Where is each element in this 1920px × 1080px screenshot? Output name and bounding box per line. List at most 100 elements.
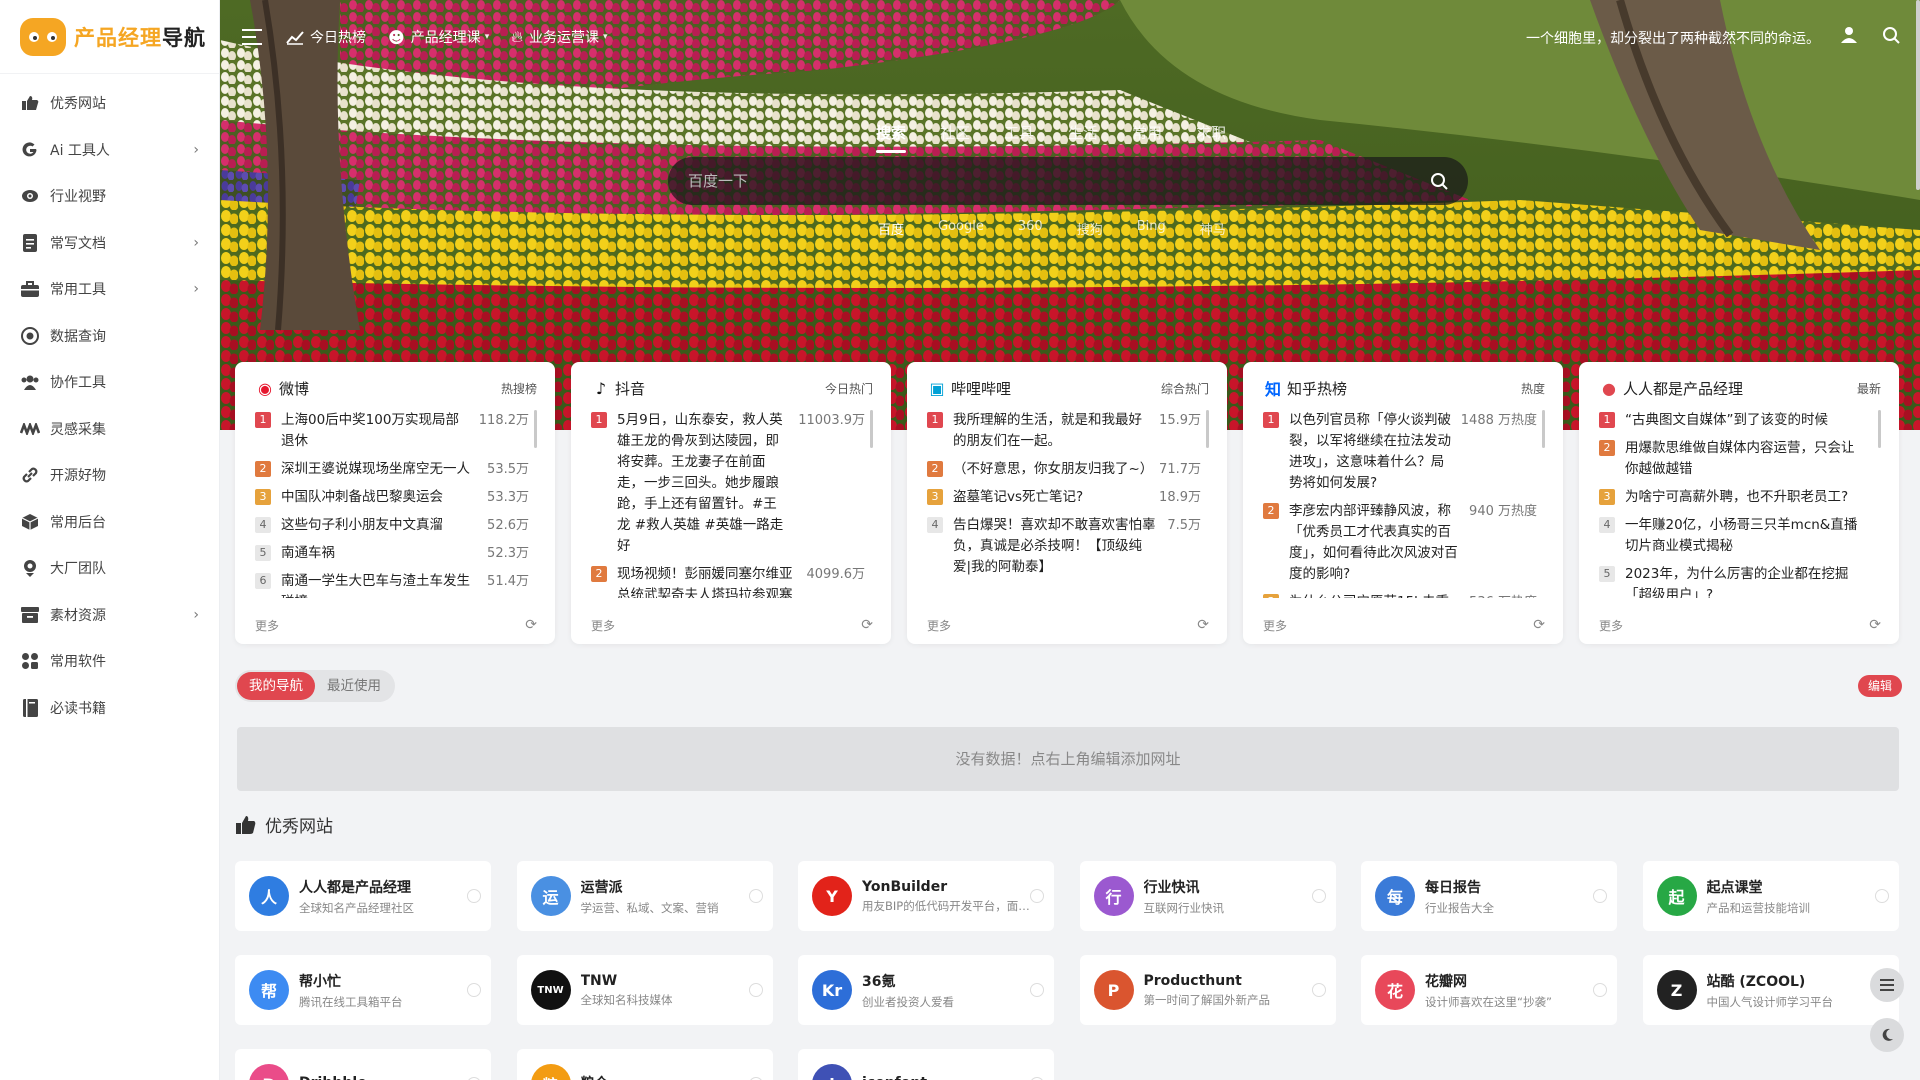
site-card[interactable]: 人 人人都是产品经理 全球知名产品经理社区 <box>235 861 491 931</box>
more-link[interactable]: 更多 <box>1599 617 1623 634</box>
sidebar-item-1[interactable]: Ai 工具人 › <box>0 127 219 174</box>
refresh-icon[interactable]: ⟳ <box>1197 617 1209 634</box>
hot-item[interactable]: 3 为什么公司宁愿花15k去重招 536 万热度 <box>1263 592 1537 598</box>
hot-list[interactable]: 1 我所理解的生活，就是和我最好的朋友们在一起。 15.9万 2 （不好意思，你… <box>927 410 1209 598</box>
sidebar-item-11[interactable]: 素材资源 › <box>0 592 219 639</box>
hot-list[interactable]: 1 上海00后中奖100万实现局部退休 118.2万 2 深圳王婆说媒现场坐席空… <box>255 410 537 598</box>
site-card[interactable]: D Dribbble <box>235 1049 491 1080</box>
hot-item[interactable]: 4 一年赚20亿，小杨哥三只羊mcn&直播切片商业模式揭秘 <box>1599 515 1873 557</box>
site-card[interactable]: TNW TNW 全球知名科技媒体 <box>516 955 773 1025</box>
hot-item[interactable]: 1 上海00后中奖100万实现局部退休 118.2万 <box>255 410 529 452</box>
site-detail-icon[interactable] <box>1593 889 1607 903</box>
search-tab-1[interactable]: 社区 <box>940 122 970 149</box>
sidebar-item-6[interactable]: 协作工具 <box>0 359 219 406</box>
engine-tab-3[interactable]: 搜狗 <box>1077 219 1103 238</box>
site-detail-icon[interactable] <box>1311 889 1326 903</box>
page-scrollbar[interactable] <box>1916 0 1920 190</box>
site-card[interactable]: 花 花瓣网 设计师喜欢在这里“抄袭” <box>1361 955 1617 1025</box>
site-card[interactable]: Y YonBuilder 用友BIP的低代码开发平台，面向企业 <box>798 861 1054 931</box>
hot-item[interactable]: 1 5月9日，山东泰安，救人英雄王龙的骨灰到达陵园，即将安葬。王龙妻子在前面走，… <box>591 410 865 557</box>
sidebar-item-8[interactable]: 开源好物 <box>0 452 219 499</box>
site-detail-icon[interactable] <box>467 889 481 903</box>
site-card[interactable]: 行 行业快讯 互联网行业快讯 <box>1079 861 1336 931</box>
tab-recent[interactable]: 最近使用 <box>315 672 393 700</box>
hot-item[interactable]: 3 中国队冲刺备战巴黎奥运会 53.3万 <box>255 487 529 508</box>
engine-tab-4[interactable]: Bing <box>1137 219 1166 238</box>
hot-item[interactable]: 2 李彦宏内部评臻静风波，称「优秀员工才代表真实的百度」，如何看待此次风波对百度… <box>1263 501 1537 585</box>
menu-toggle-button[interactable] <box>242 28 264 46</box>
search-input[interactable] <box>688 172 1430 190</box>
site-detail-icon[interactable] <box>1874 889 1889 903</box>
site-detail-icon[interactable] <box>748 889 763 903</box>
hot-item[interactable]: 6 南通一学生大巴车与渣土车发生碰撞 51.4万 <box>255 571 529 598</box>
hot-item[interactable]: 4 这些句子利小朋友中文真溜 52.6万 <box>255 515 529 536</box>
site-card[interactable]: 每 每日报告 行业报告大全 <box>1361 861 1617 931</box>
engine-tab-0[interactable]: 百度 <box>878 219 904 238</box>
hot-item[interactable]: 2 （不好意思，你女朋友归我了~） 71.7万 <box>927 459 1201 480</box>
site-card[interactable]: 运 运营派 学运营、私域、文案、营销 <box>516 861 773 931</box>
refresh-icon[interactable]: ⟳ <box>1533 617 1545 634</box>
sidebar-item-3[interactable]: 常写文档 › <box>0 220 219 267</box>
search-submit-icon[interactable] <box>1430 172 1448 190</box>
sidebar-item-12[interactable]: 常用软件 <box>0 638 219 685</box>
site-detail-icon[interactable] <box>1030 889 1044 903</box>
refresh-icon[interactable]: ⟳ <box>861 617 873 634</box>
sidebar-item-13[interactable]: 必读书籍 <box>0 685 219 732</box>
float-menu-button[interactable] <box>1870 968 1904 1002</box>
site-card[interactable]: Kr 36氪 创业者投资人爱看 <box>798 955 1054 1025</box>
site-card[interactable]: i iconfont <box>798 1049 1054 1080</box>
hot-item[interactable]: 2 用爆款思维做自媒体内容运营，只会让你越做越错 <box>1599 438 1873 480</box>
hot-item[interactable]: 1 以色列官员称「停火谈判破裂，以军将继续在拉法发动进攻」，这意味着什么？局势将… <box>1263 410 1537 494</box>
engine-tab-5[interactable]: 神马 <box>1200 219 1226 238</box>
more-link[interactable]: 更多 <box>591 617 615 634</box>
engine-tab-2[interactable]: 360 <box>1018 219 1043 238</box>
more-link[interactable]: 更多 <box>927 617 951 634</box>
site-detail-icon[interactable] <box>748 983 763 997</box>
sidebar-item-4[interactable]: 常用工具 › <box>0 266 219 313</box>
pm-course-menu[interactable]: ☻ 产品经理课 ▾ <box>388 27 489 47</box>
hot-list[interactable]: 1 以色列官员称「停火谈判破裂，以军将继续在拉法发动进攻」，这意味着什么？局势将… <box>1263 410 1545 598</box>
site-card[interactable]: 起 起点课堂 产品和运营技能培训 <box>1642 861 1899 931</box>
hot-item[interactable]: 2 深圳王婆说媒现场坐席空无一人 53.5万 <box>255 459 529 480</box>
hot-item[interactable]: 5 2023年，为什么厉害的企业都在挖掘「超级用户」? <box>1599 564 1873 598</box>
site-detail-icon[interactable] <box>1593 983 1607 997</box>
site-logo[interactable]: 产品经理导航 <box>0 0 219 74</box>
site-detail-icon[interactable] <box>1030 983 1044 997</box>
hot-item[interactable]: 1 我所理解的生活，就是和我最好的朋友们在一起。 15.9万 <box>927 410 1201 452</box>
hot-item[interactable]: 1 “古典图文自媒体”到了该变的时候 <box>1599 410 1873 431</box>
hot-list[interactable]: 1 “古典图文自媒体”到了该变的时候 2 用爆款思维做自媒体内容运营，只会让你越… <box>1599 410 1881 598</box>
refresh-icon[interactable]: ⟳ <box>1869 617 1881 634</box>
sidebar-item-10[interactable]: 大厂团队 <box>0 545 219 592</box>
refresh-icon[interactable]: ⟳ <box>525 617 537 634</box>
sidebar-item-0[interactable]: 优秀网站 <box>0 80 219 127</box>
sidebar-item-7[interactable]: 灵感采集 <box>0 406 219 453</box>
sidebar-item-5[interactable]: 数据查询 <box>0 313 219 360</box>
site-card[interactable]: Z 站酷 (ZCOOL) 中国人气设计师学习平台 <box>1642 955 1899 1025</box>
edit-button[interactable]: 编辑 <box>1857 675 1902 697</box>
sidebar-item-2[interactable]: 行业视野 <box>0 173 219 220</box>
hot-item[interactable]: 3 盗墓笔记vs死亡笔记? 18.9万 <box>927 487 1201 508</box>
site-detail-icon[interactable] <box>467 983 481 997</box>
site-detail-icon[interactable] <box>1311 983 1326 997</box>
search-tab-5[interactable]: 求职 <box>1196 122 1226 149</box>
hot-item[interactable]: 3 为啥宁可高薪外聘，也不升职老员工? <box>1599 487 1873 508</box>
ops-course-menu[interactable]: 🔥︎ 业务运营课 ▾ <box>511 27 607 47</box>
hot-item[interactable]: 2 现场视频！彭丽媛同塞尔维亚总统武契奇夫人塔玛拉参观塞尔维亚国家博物馆。（来源… <box>591 564 865 598</box>
search-tab-4[interactable]: 常用 <box>1132 122 1162 149</box>
hot-list[interactable]: 1 5月9日，山东泰安，救人英雄王龙的骨灰到达陵园，即将安葬。王龙妻子在前面走，… <box>591 410 873 598</box>
hot-item[interactable]: 5 南通车祸 52.3万 <box>255 543 529 564</box>
search-tab-0[interactable]: 搜索 <box>876 122 907 153</box>
engine-tab-1[interactable]: Google <box>938 219 984 238</box>
more-link[interactable]: 更多 <box>255 617 279 634</box>
sidebar-item-9[interactable]: 常用后台 <box>0 499 219 546</box>
site-card[interactable]: 粮 粮仓 <box>516 1049 773 1080</box>
hot-today-link[interactable]: 今日热榜 <box>286 27 366 47</box>
search-tab-3[interactable]: 生活 <box>1068 122 1098 149</box>
hot-item[interactable]: 4 告白爆哭！喜欢却不敢喜欢害怕辜负，真诚是必杀技啊！【顶级纯爱|我的阿勒泰】 … <box>927 515 1201 578</box>
more-link[interactable]: 更多 <box>1263 617 1287 634</box>
search-tab-2[interactable]: 工具 <box>1004 122 1034 149</box>
tab-my-nav[interactable]: 我的导航 <box>237 672 315 700</box>
dark-mode-button[interactable] <box>1870 1018 1904 1052</box>
site-card[interactable]: 帮 帮小忙 腾讯在线工具箱平台 <box>235 955 491 1025</box>
site-card[interactable]: P Producthunt 第一时间了解国外新产品 <box>1079 955 1336 1025</box>
